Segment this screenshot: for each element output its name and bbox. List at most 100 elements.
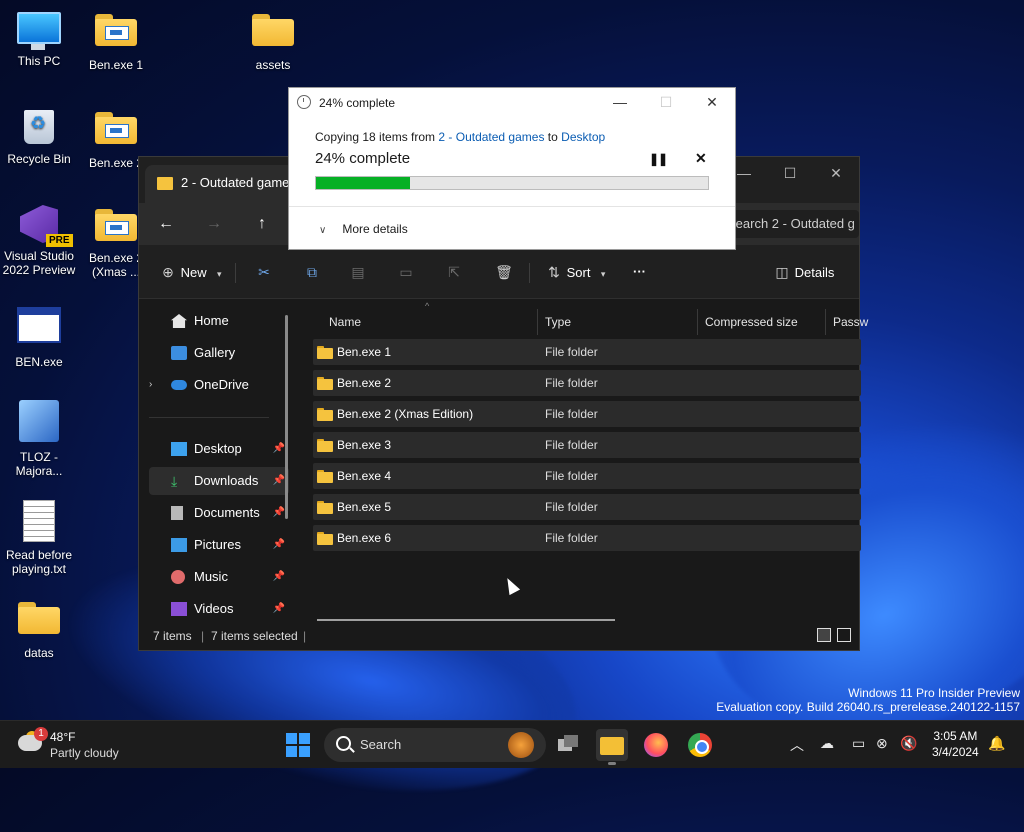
sidebar-item-downloads[interactable]: ⤓ Downloads 📌 [149,467,289,495]
copy-progress-dialog[interactable]: 24% complete — ☐ ✕ Copying 18 items from… [288,87,736,250]
details-button[interactable]: ◫ Details [773,259,834,285]
column-header-compressed-size[interactable]: Compressed size [705,309,798,335]
task-view-button[interactable] [552,729,584,761]
up-button[interactable]: ↑ [249,211,275,237]
details-label: Details [794,265,835,280]
notification-bell-icon[interactable]: 🔔 [988,735,1005,752]
destination-link[interactable]: Desktop [561,130,605,144]
horizontal-scrollbar[interactable] [317,619,615,621]
desktop-icon-ben-exe-1[interactable]: Ben.exe 1 [78,10,154,72]
sidebar-item-onedrive[interactable]: › OneDrive [149,371,289,399]
sort-button[interactable]: ⇅ Sort ▾ [545,259,612,285]
firefox-taskbar-icon[interactable] [640,729,672,761]
table-row[interactable]: Ben.exe 5 File folder [313,494,861,520]
desktop-icon-assets[interactable]: assets [235,10,311,72]
command-bar: ⊕ New ▾ ✂ ⧉ ▤ ▭ ⇱ 🗑 ⇅ Sort ▾ ··· ◫ Detai… [139,245,859,299]
sidebar-item-documents[interactable]: Documents 📌 [149,499,289,527]
maximize-button[interactable]: ☐ [643,88,689,116]
close-button[interactable]: ✕ [689,88,735,116]
search-input[interactable]: Search 2 - Outdated g [721,210,859,238]
more-details-label: More details [342,222,408,236]
windows-logo-icon [286,733,297,744]
sidebar-item-label: Documents [194,505,260,520]
status-separator: | [201,629,205,643]
pause-button[interactable]: ❚❚ [649,152,668,166]
weather-widget[interactable]: 1 48°F Partly cloudy [16,727,166,761]
display-icon[interactable]: ▭ [852,735,865,752]
desktop-icon-tloz[interactable]: TLOZ - Majora... [1,400,77,478]
cancel-button[interactable]: ✕ [695,150,707,167]
installer-icon [19,400,59,442]
file-list: Name ^ Type Compressed size Passw Ben.ex… [299,299,868,623]
sidebar-item-label: Pictures [194,537,241,552]
pin-icon: 📌 [272,475,285,486]
source-link[interactable]: 2 - Outdated games [438,130,544,144]
back-button[interactable]: ← [153,211,179,237]
new-button[interactable]: ⊕ New ▾ [159,259,228,285]
chrome-taskbar-icon[interactable] [684,729,716,761]
evaluation-watermark: Windows 11 Pro Insider Preview Evaluatio… [716,686,1020,714]
more-options-button[interactable]: ··· [633,259,646,285]
table-row[interactable]: Ben.exe 2 File folder [313,370,861,396]
table-row[interactable]: Ben.exe 2 (Xmas Edition) File folder [313,401,861,427]
column-divider[interactable] [825,309,826,335]
home-icon [171,314,187,328]
copy-button[interactable]: ⧉ [303,259,321,285]
table-row[interactable]: Ben.exe 6 File folder [313,525,861,551]
sidebar-item-gallery[interactable]: Gallery [149,339,289,367]
gallery-icon [171,346,187,360]
sidebar-item-pictures[interactable]: Pictures 📌 [149,531,289,559]
desktop-icon-ben-exe-app[interactable]: BEN.exe [1,305,77,369]
close-button[interactable]: ✕ [813,157,859,189]
details-view-button[interactable] [817,628,831,642]
share-button[interactable]: ⇱ [445,259,463,285]
chevron-down-icon: ▾ [217,269,222,279]
table-row[interactable]: Ben.exe 1 File folder [313,339,861,365]
delete-button[interactable]: 🗑 [495,259,513,285]
copy-to-word: to [547,130,558,144]
column-divider[interactable] [537,309,538,335]
details-pane-icon: ◫ [775,264,789,280]
network-icon[interactable]: ⊗ [876,735,888,752]
minimize-button[interactable]: — [597,88,643,116]
column-header-type[interactable]: Type [545,309,571,335]
more-details-button[interactable]: ∨ More details [319,222,408,236]
desktop-icon-datas[interactable]: datas [1,598,77,660]
cut-button[interactable]: ✂ [255,259,273,285]
sidebar-item-videos[interactable]: Videos 📌 [149,595,289,623]
column-header-name[interactable]: Name [329,309,361,335]
sidebar-item-home[interactable]: Home [149,307,289,335]
folder-icon [95,112,137,144]
copy-description: Copying 18 items from 2 - Outdated games… [315,130,605,144]
table-row[interactable]: Ben.exe 3 File folder [313,432,861,458]
sidebar-scrollbar[interactable] [285,315,288,519]
start-button[interactable] [286,733,310,757]
system-clock[interactable]: 3:05 AM 3/4/2024 [932,728,979,760]
desktop-icon-this-pc[interactable]: This PC [1,10,77,68]
sidebar-item-desktop[interactable]: Desktop 📌 [149,435,289,463]
desktop-icon-recycle-bin[interactable]: Recycle Bin [1,108,77,166]
chevron-up-icon[interactable]: ︿ [790,735,804,755]
folder-icon [317,501,333,514]
taskbar-search[interactable]: Search [324,728,546,762]
maximize-button[interactable]: ☐ [767,157,813,189]
onedrive-tray-icon[interactable]: ☁ [820,735,834,752]
dialog-window-controls: — ☐ ✕ [597,88,735,116]
paste-button[interactable]: ▤ [349,259,367,285]
table-row[interactable]: Ben.exe 4 File folder [313,463,861,489]
sidebar-item-music[interactable]: Music 📌 [149,563,289,591]
tiles-view-button[interactable] [837,628,851,642]
explorer-tab[interactable]: 2 - Outdated games [145,165,296,203]
rename-button[interactable]: ▭ [397,259,415,285]
app-window-icon [17,307,61,343]
file-explorer-taskbar-icon[interactable] [596,729,628,765]
desktop-icon-label: TLOZ - Majora... [15,450,63,478]
forward-button[interactable]: → [201,211,227,237]
column-divider[interactable] [697,309,698,335]
volume-icon[interactable]: 🔇 [900,735,917,752]
desktop-icon-readme[interactable]: Read before playing.txt [1,500,77,576]
desktop-icon-label: Ben.exe 1 [88,58,144,72]
sidebar-item-label: Desktop [194,441,242,456]
progress-bar-fill [316,177,411,189]
column-header-password[interactable]: Passw [833,309,868,335]
